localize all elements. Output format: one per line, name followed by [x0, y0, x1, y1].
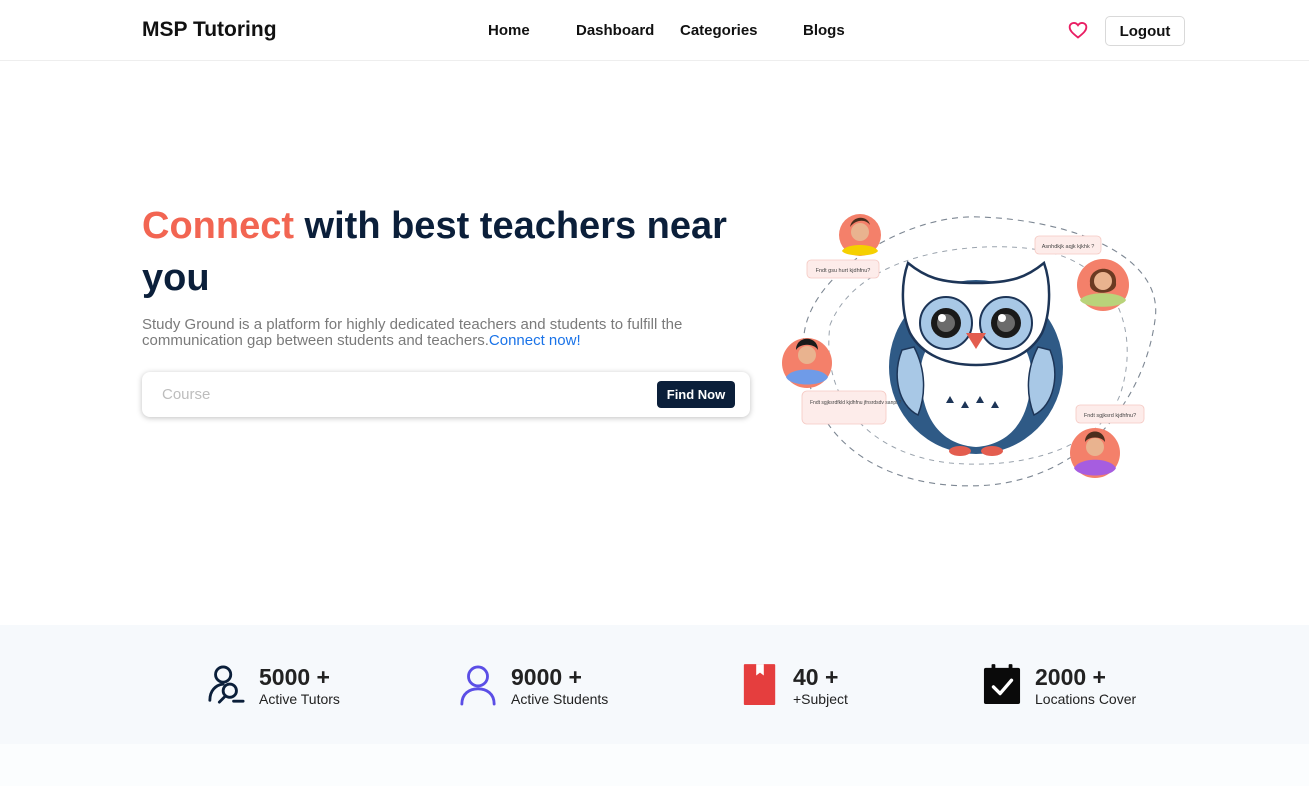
stat-label-students: Active Students: [511, 691, 609, 707]
hero-description-text: Study Ground is a platform for highly de…: [142, 316, 683, 349]
stat-value-subjects: 40 +: [793, 664, 839, 690]
hero-title-accent: Connect: [142, 205, 294, 247]
logout-button[interactable]: Logout: [1105, 16, 1185, 46]
student-user-icon: [460, 665, 496, 706]
tutor-search-icon: [208, 665, 245, 704]
nav-home[interactable]: Home: [488, 22, 530, 39]
course-search-box: Find Now: [142, 372, 750, 417]
avatar-right-woman: [1077, 259, 1129, 311]
find-now-button[interactable]: Find Now: [657, 381, 735, 408]
hero-title: Connect with best teachers near you: [142, 200, 762, 304]
avatar-top-woman: [839, 214, 881, 256]
stat-value-tutors: 5000 +: [259, 664, 330, 690]
heart-icon[interactable]: [1068, 20, 1088, 40]
calendar-check-icon: [983, 664, 1021, 704]
stat-value-students: 9000 +: [511, 664, 582, 690]
chat-bubble-4: Fndt sgjksrd kjdhfnu?: [1084, 413, 1136, 419]
brand-logo[interactable]: MSP Tutoring: [142, 18, 277, 42]
nav-dashboard[interactable]: Dashboard: [576, 22, 654, 39]
avatar-bottom-man: [1070, 428, 1120, 478]
stats-section: 5000 + Active Tutors 9000 + Active Stude…: [0, 625, 1309, 744]
nav-categories[interactable]: Categories: [680, 22, 758, 39]
hero-description: Study Ground is a platform for highly de…: [142, 317, 702, 349]
stat-label-tutors: Active Tutors: [259, 691, 340, 707]
nav-blogs[interactable]: Blogs: [803, 22, 845, 39]
stat-value-locations: 2000 +: [1035, 664, 1106, 690]
footer-band: [0, 744, 1309, 786]
stat-label-locations: Locations Cover: [1035, 691, 1137, 707]
course-search-input[interactable]: [162, 381, 642, 407]
chat-bubble-2: Asnhdkjk aqjk kjkhk ?: [1042, 244, 1095, 250]
avatar-left-man: [782, 338, 832, 388]
book-icon: [743, 664, 776, 705]
chat-bubble-3: Fndt sgjksrdfkld kjdhfnu jfnsrdsdv sanpi…: [810, 400, 902, 406]
stat-label-subjects: +Subject: [793, 691, 848, 707]
chat-bubble-1: Fndt gsu hurt kjdhfnu?: [816, 268, 871, 274]
connect-now-link[interactable]: Connect now!: [489, 332, 581, 349]
navbar: MSP Tutoring Home Dashboard Categories B…: [0, 0, 1309, 61]
owl-connection-illustration: Fndt gsu hurt kjdhfnu? Asnhdkjk aqjk kjk…: [782, 214, 1157, 487]
owl-mascot: [889, 260, 1063, 456]
